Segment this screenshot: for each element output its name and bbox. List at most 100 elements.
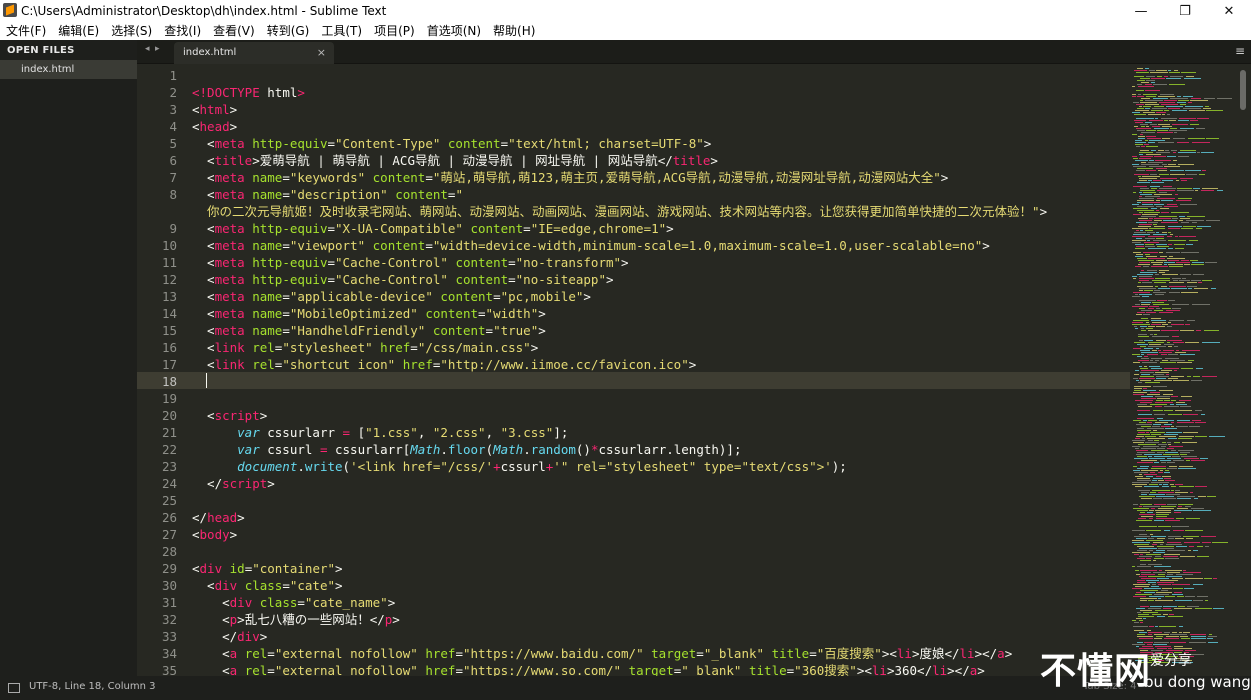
- code-token: meta: [214, 306, 245, 321]
- code-token: =: [493, 289, 501, 304]
- minimap-strip: [1158, 492, 1174, 493]
- minimap-strip: [1158, 574, 1165, 575]
- minimap-strip: [1151, 468, 1166, 469]
- minimap-strip: [1142, 438, 1145, 439]
- minimap-strip: [1171, 422, 1174, 423]
- scrollbar-thumb[interactable]: [1240, 70, 1246, 110]
- code-token: ,: [485, 425, 501, 440]
- minimap-strip: [1153, 552, 1165, 553]
- minimap-strip: [1143, 106, 1151, 107]
- minimap-strip: [1133, 420, 1141, 421]
- minimap-strip: [1181, 228, 1193, 229]
- minimap-strip: [1145, 68, 1149, 69]
- minimap-strip: [1143, 388, 1147, 389]
- menu-preferences[interactable]: 首选项(N): [421, 22, 487, 40]
- minimap-strip: [1195, 436, 1207, 437]
- minimap-strip: [1138, 360, 1149, 361]
- minimap-strip: [1132, 620, 1136, 621]
- menu-project[interactable]: 项目(P): [368, 22, 421, 40]
- minimap-strip: [1173, 530, 1184, 531]
- minimap-strip: [1167, 258, 1185, 259]
- menu-help[interactable]: 帮助(H): [487, 22, 541, 40]
- maximize-button[interactable]: ❐: [1163, 0, 1207, 22]
- code-editor[interactable]: 1 2 3 4 5 6 7 8 9 10 11 12 13 14 15 16 17 18 19 20 21 22 23 24 2…: [137, 64, 1130, 676]
- line-number: 6: [169, 153, 177, 168]
- minimap-strip: [1155, 286, 1158, 287]
- line-number: 18: [161, 374, 177, 389]
- minimap-strip: [1132, 112, 1140, 113]
- minimap-strip: [1135, 570, 1139, 571]
- minimap-strip: [1137, 418, 1154, 419]
- minimap-strip: [1178, 100, 1189, 101]
- menu-view[interactable]: 查看(V): [207, 22, 261, 40]
- minimap-strip: [1140, 100, 1143, 101]
- minimap-strip: [1160, 460, 1171, 461]
- minimap-strip: [1146, 580, 1159, 581]
- tab-close-icon[interactable]: ×: [317, 46, 326, 59]
- menu-goto[interactable]: 转到(G): [261, 22, 316, 40]
- menu-selection[interactable]: 选择(S): [105, 22, 158, 40]
- code-area[interactable]: <!DOCTYPE html> <html> <head> <meta http-e…: [192, 67, 1122, 676]
- code-token: =: [282, 306, 290, 321]
- tab-index-html[interactable]: index.html ×: [174, 42, 334, 64]
- code-token: =: [809, 646, 817, 661]
- minimap-strip: [1149, 510, 1154, 511]
- minimap-strip: [1159, 570, 1162, 571]
- minimap-strip: [1147, 438, 1165, 439]
- minimize-button[interactable]: —: [1119, 0, 1163, 22]
- menu-edit[interactable]: 编辑(E): [52, 22, 105, 40]
- code-token: "http://www.iimoe.cc/favicon.ico": [440, 357, 689, 372]
- minimap-strip: [1153, 292, 1166, 293]
- line-number: 28: [161, 544, 177, 559]
- menu-find[interactable]: 查找(I): [158, 22, 207, 40]
- minimap-strip: [1185, 578, 1203, 579]
- minimap-strip: [1156, 200, 1160, 201]
- code-token: =: [342, 425, 351, 440]
- code-token: >: [229, 102, 238, 117]
- minimap-strip: [1148, 330, 1160, 331]
- minimap-strip: [1197, 226, 1211, 227]
- tab-scroll-right-icon[interactable]: ▸: [155, 44, 160, 54]
- minimap-strip: [1141, 572, 1151, 573]
- minimap-strip: [1138, 414, 1152, 415]
- menu-tools[interactable]: 工具(T): [315, 22, 368, 40]
- menu-file[interactable]: 文件(F): [0, 22, 52, 40]
- minimap-strip: [1153, 498, 1162, 499]
- minimap-strip: [1179, 236, 1196, 237]
- code-token: class: [244, 578, 283, 593]
- minimap-strip: [1141, 328, 1144, 329]
- minimap-strip: [1135, 248, 1145, 249]
- minimap-strip: [1158, 598, 1161, 599]
- minimap-strip: [1141, 318, 1148, 319]
- vertical-scrollbar[interactable]: [1238, 64, 1251, 676]
- code-token: title: [771, 646, 810, 661]
- minimap-strip: [1139, 224, 1152, 225]
- line-number: 20: [161, 408, 177, 423]
- minimap-strip: [1146, 130, 1156, 131]
- close-button[interactable]: ✕: [1207, 0, 1251, 22]
- minimap-strip: [1144, 212, 1160, 213]
- code-token: div: [199, 561, 223, 576]
- minimap-strip: [1183, 226, 1196, 227]
- code-line: [192, 373, 1122, 390]
- minimap-strip: [1178, 450, 1194, 451]
- panel-toggle-icon[interactable]: [8, 683, 20, 693]
- sidebar-file-index-html[interactable]: index.html: [0, 60, 137, 79]
- minimap-strip: [1182, 442, 1197, 443]
- minimap-strip: [1133, 192, 1136, 193]
- minimap-strip: [1145, 140, 1148, 141]
- code-line: <link rel="shortcut icon" href="http://w…: [192, 356, 1122, 373]
- minimap-strip: [1145, 254, 1150, 255]
- code-token: </: [192, 629, 238, 644]
- minimap-strip: [1168, 226, 1182, 227]
- tab-scroll-left-icon[interactable]: ◂: [145, 44, 150, 54]
- minimap-strip: [1205, 546, 1209, 547]
- minimap-strip: [1140, 124, 1148, 125]
- code-token: (: [485, 442, 494, 457]
- minimap-strip: [1168, 536, 1181, 537]
- code-token: <: [192, 561, 200, 576]
- minimap[interactable]: [1130, 64, 1238, 676]
- panel-menu-icon[interactable]: ≡: [1235, 44, 1245, 58]
